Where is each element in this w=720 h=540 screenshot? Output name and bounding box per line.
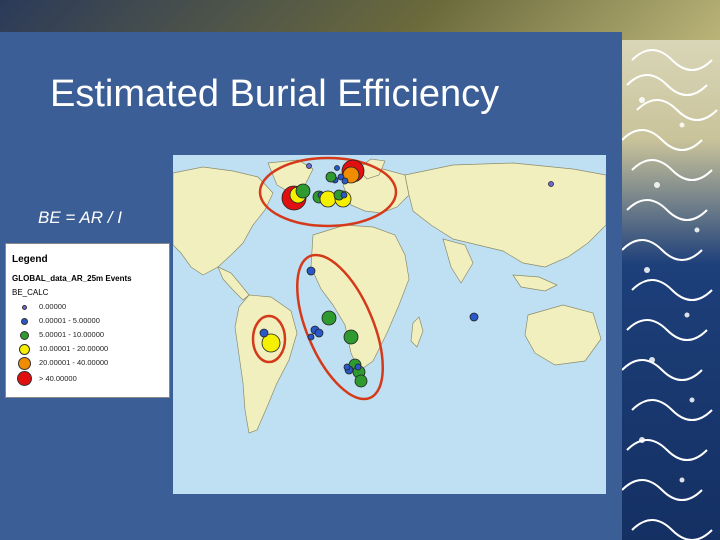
legend-item: 5.00001 - 10.00000 (6, 330, 166, 341)
legend-field-name: BE_CALC (12, 288, 49, 297)
marker-blue (343, 363, 351, 371)
marker-blue (469, 312, 479, 322)
legend-label: 20.00001 - 40.00000 (39, 358, 109, 367)
legend-label: > 40.00000 (39, 374, 77, 383)
legend-label: 0.00001 - 5.00000 (39, 316, 100, 325)
formula-text: BE = AR / I (38, 208, 122, 227)
legend-label: 0.00000 (39, 302, 67, 311)
world-map[interactable] (173, 155, 606, 494)
marker-blue (354, 363, 362, 371)
legend-item: 10.00001 - 20.00000 (6, 344, 166, 355)
legend-symbol-4 (18, 357, 31, 370)
map-legend: Legend GLOBAL_data_AR_25m Events BE_CALC… (5, 243, 170, 398)
marker-green (321, 310, 337, 326)
marker-blue (334, 165, 340, 171)
legend-item: 0.00001 - 5.00000 (6, 316, 166, 327)
legend-item: > 40.00000 (6, 371, 166, 386)
legend-item: 20.00001 - 40.00000 (6, 357, 166, 370)
legend-layer-name: GLOBAL_data_AR_25m Events (12, 274, 132, 283)
legend-symbol-2 (20, 331, 29, 340)
marker-purple (548, 181, 554, 187)
legend-symbol-5 (17, 371, 32, 386)
marker-green (295, 183, 311, 199)
legend-symbol-1 (21, 318, 28, 325)
marker-blue (259, 328, 269, 338)
legend-label: 5.00001 - 10.00000 (39, 330, 105, 339)
marker-green (343, 329, 359, 345)
marker-green (325, 171, 337, 183)
slide-title: Estimated Burial Efficiency (50, 73, 500, 115)
legend-title: Legend (12, 254, 48, 265)
marker-blue (306, 266, 316, 276)
marker-blue (341, 177, 349, 185)
marker-purple (306, 163, 312, 169)
marker-green (354, 374, 368, 388)
legend-item: 0.00000 (6, 302, 166, 313)
marker-blue (340, 191, 348, 199)
legend-symbol-3 (19, 344, 30, 355)
marker-blue (307, 333, 315, 341)
legend-symbol-0 (22, 305, 27, 310)
wave-decoration (622, 40, 720, 540)
legend-label: 10.00001 - 20.00000 (39, 344, 109, 353)
marker-yellow (319, 190, 337, 208)
marker-blue (314, 328, 324, 338)
